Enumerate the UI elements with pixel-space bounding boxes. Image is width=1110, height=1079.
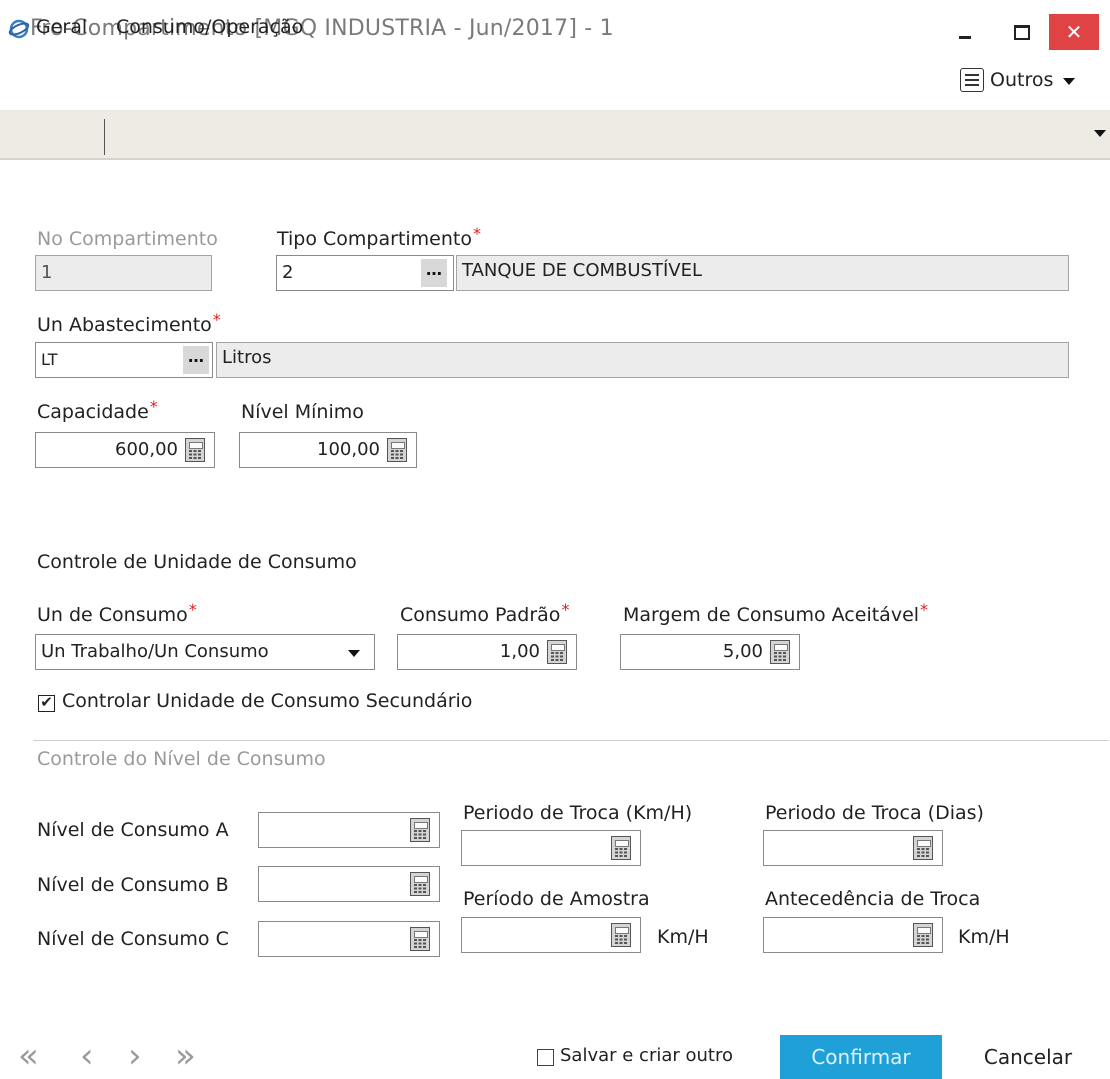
un-consumo-select[interactable]: Un Trabalho/Un Consumo — [35, 634, 375, 670]
tab-consumo-operacao[interactable]: Consumo/Operação — [116, 10, 303, 44]
list-icon — [960, 68, 984, 92]
calculator-icon[interactable] — [547, 640, 567, 664]
minimize-button[interactable] — [950, 14, 980, 50]
chevron-down-icon[interactable] — [348, 650, 360, 657]
outros-menu[interactable]: Outros — [960, 64, 1076, 96]
salvar-criar-outro-label: Salvar e criar outro — [560, 1045, 734, 1066]
tipo-compartimento-label: Tipo Compartimento* — [277, 224, 481, 250]
periodo-troca-km-label: Periodo de Troca (Km/H) — [463, 802, 693, 824]
no-compartimento-label: No Compartimento — [37, 228, 218, 250]
nivel-a-label: Nível de Consumo A — [37, 819, 229, 841]
margem-label: Margem de Consumo Aceitável* — [623, 600, 929, 626]
required-mark: * — [920, 600, 929, 619]
lookup-button[interactable]: … — [183, 346, 209, 374]
nivel-c-label: Nível de Consumo C — [37, 928, 229, 950]
tab-bar — [0, 110, 1110, 160]
minimize-icon — [959, 36, 971, 39]
no-compartimento-field: 1 — [35, 255, 212, 291]
consumo-padrao-label: Consumo Padrão* — [400, 600, 570, 626]
calculator-icon[interactable] — [611, 836, 631, 860]
capacidade-label: Capacidade* — [37, 397, 158, 423]
chevron-down-icon — [1063, 77, 1076, 85]
calculator-icon[interactable] — [410, 872, 430, 896]
controle-unidade-title: Controle de Unidade de Consumo — [37, 551, 357, 573]
periodo-amostra-label: Período de Amostra — [463, 888, 650, 910]
antecedencia-label: Antecedência de Troca — [765, 888, 981, 910]
calculator-icon[interactable] — [410, 927, 430, 951]
last-record-icon[interactable]: » — [175, 1036, 196, 1076]
previous-record-icon[interactable]: ‹ — [80, 1036, 94, 1076]
next-record-icon[interactable]: › — [128, 1036, 142, 1076]
section-divider — [33, 740, 1109, 741]
required-mark: * — [149, 397, 158, 416]
un-consumo-label: Un de Consumo* — [37, 600, 197, 626]
un-abastecimento-label: Un Abastecimento* — [37, 310, 221, 336]
close-button[interactable]: ✕ — [1049, 14, 1099, 50]
lookup-button[interactable]: … — [421, 259, 447, 287]
required-mark: * — [561, 600, 570, 619]
un-consumo-value: Un Trabalho/Un Consumo — [41, 641, 269, 662]
nivel-b-label: Nível de Consumo B — [37, 874, 229, 896]
outros-label: Outros — [990, 69, 1054, 91]
secundario-checkbox[interactable]: ✔ — [38, 695, 55, 712]
maximize-button[interactable] — [1005, 14, 1037, 50]
first-record-icon[interactable]: « — [18, 1036, 39, 1076]
controle-nivel-title: Controle do Nível de Consumo — [37, 748, 326, 770]
tab-geral[interactable]: Geral — [36, 10, 87, 44]
app-icon — [8, 19, 30, 39]
maximize-icon — [1014, 25, 1030, 40]
tabs-overflow-chevron-icon[interactable] — [1094, 130, 1106, 137]
calculator-icon[interactable] — [410, 818, 430, 842]
cancel-button[interactable]: Cancelar — [962, 1035, 1094, 1079]
calculator-icon[interactable] — [387, 438, 407, 462]
un-abastecimento-desc: Litros — [216, 342, 1069, 378]
calculator-icon[interactable] — [770, 640, 790, 664]
salvar-criar-outro-checkbox[interactable] — [537, 1049, 554, 1066]
required-mark: * — [212, 310, 221, 329]
periodo-troca-dias-label: Periodo de Troca (Dias) — [765, 802, 984, 824]
antecedencia-unit: Km/H — [958, 926, 1010, 948]
nivel-minimo-label: Nível Mínimo — [241, 401, 364, 423]
tipo-compartimento-desc: TANQUE DE COMBUSTÍVEL — [456, 255, 1069, 291]
close-icon: ✕ — [1065, 20, 1083, 44]
required-mark: * — [188, 600, 197, 619]
confirm-button[interactable]: Confirmar — [780, 1035, 942, 1079]
calculator-icon[interactable] — [913, 836, 933, 860]
periodo-amostra-unit: Km/H — [657, 926, 709, 948]
required-mark: * — [472, 224, 481, 243]
tab-separator — [104, 119, 105, 155]
calculator-icon[interactable] — [185, 438, 205, 462]
calculator-icon[interactable] — [913, 923, 933, 947]
secundario-label: Controlar Unidade de Consumo Secundário — [62, 690, 473, 712]
calculator-icon[interactable] — [611, 923, 631, 947]
